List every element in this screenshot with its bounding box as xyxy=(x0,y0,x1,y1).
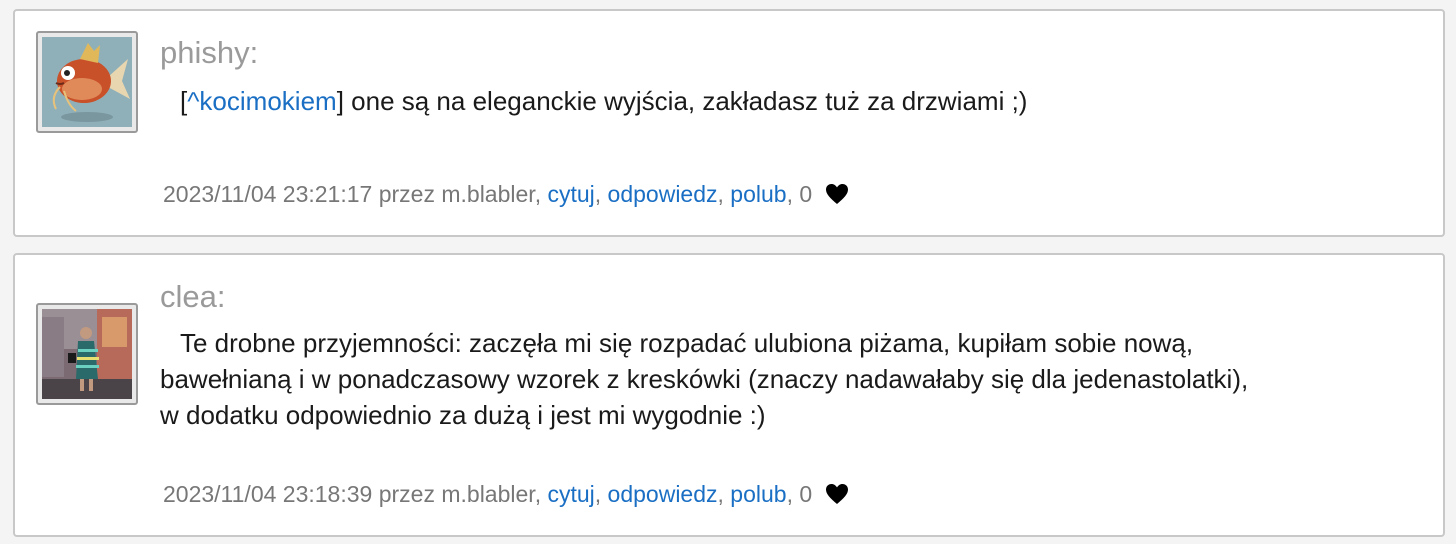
reply-link[interactable]: odpowiedz xyxy=(608,481,718,507)
post-text-line: Te drobne przyjemności: zaczęła mi się r… xyxy=(180,328,1194,358)
fish-avatar-icon xyxy=(42,37,132,127)
separator: , xyxy=(717,481,731,507)
separator: , xyxy=(594,481,608,507)
separator: , xyxy=(786,181,800,207)
separator: , xyxy=(594,181,608,207)
post-text-line: bawełnianą i w ponadczasowy wzorek z kre… xyxy=(160,364,1249,394)
separator: , xyxy=(534,181,548,207)
post-card: phishy: [^kocimokiem] one są na eleganck… xyxy=(13,9,1445,237)
avatar[interactable] xyxy=(36,303,138,405)
post-author[interactable]: phishy: xyxy=(160,35,258,71)
mention-link[interactable]: ^kocimokiem xyxy=(187,86,336,116)
avatar[interactable] xyxy=(36,31,138,133)
heart-icon xyxy=(825,184,848,204)
post-timestamp[interactable]: 2023/11/04 23:18:39 xyxy=(163,481,372,507)
like-count: 0 xyxy=(799,181,813,207)
like-link[interactable]: polub xyxy=(730,181,786,207)
quote-link[interactable]: cytuj xyxy=(547,181,594,207)
person-photo-avatar-icon xyxy=(42,309,132,399)
post-body: Te drobne przyjemności: zaczęła mi się r… xyxy=(160,325,1430,433)
like-count: 0 xyxy=(799,481,813,507)
post-body: [^kocimokiem] one są na eleganckie wyjśc… xyxy=(160,83,1430,119)
post-via: przez m.blabler xyxy=(378,481,535,507)
separator: , xyxy=(786,481,800,507)
post-meta: 2023/11/04 23:18:39 przez m.blabler, cyt… xyxy=(163,479,849,509)
post-feed: phishy: [^kocimokiem] one są na eleganck… xyxy=(0,0,1456,544)
reply-link[interactable]: odpowiedz xyxy=(608,181,718,207)
post-card: clea: Te drobne przyjemności: zaczęła mi… xyxy=(13,253,1445,537)
post-timestamp[interactable]: 2023/11/04 23:21:17 xyxy=(163,181,372,207)
separator: , xyxy=(717,181,731,207)
post-text: one są na eleganckie wyjścia, zakładasz … xyxy=(343,86,1028,116)
post-meta: 2023/11/04 23:21:17 przez m.blabler, cyt… xyxy=(163,179,849,209)
heart-icon xyxy=(825,484,848,504)
post-via: przez m.blabler xyxy=(378,181,535,207)
quote-link[interactable]: cytuj xyxy=(547,481,594,507)
post-author[interactable]: clea: xyxy=(160,279,225,315)
post-text-line: w dodatku odpowiednio za dużą i jest mi … xyxy=(160,400,766,430)
separator: , xyxy=(534,481,548,507)
mention-close-bracket: ] xyxy=(336,86,344,116)
like-link[interactable]: polub xyxy=(730,481,786,507)
